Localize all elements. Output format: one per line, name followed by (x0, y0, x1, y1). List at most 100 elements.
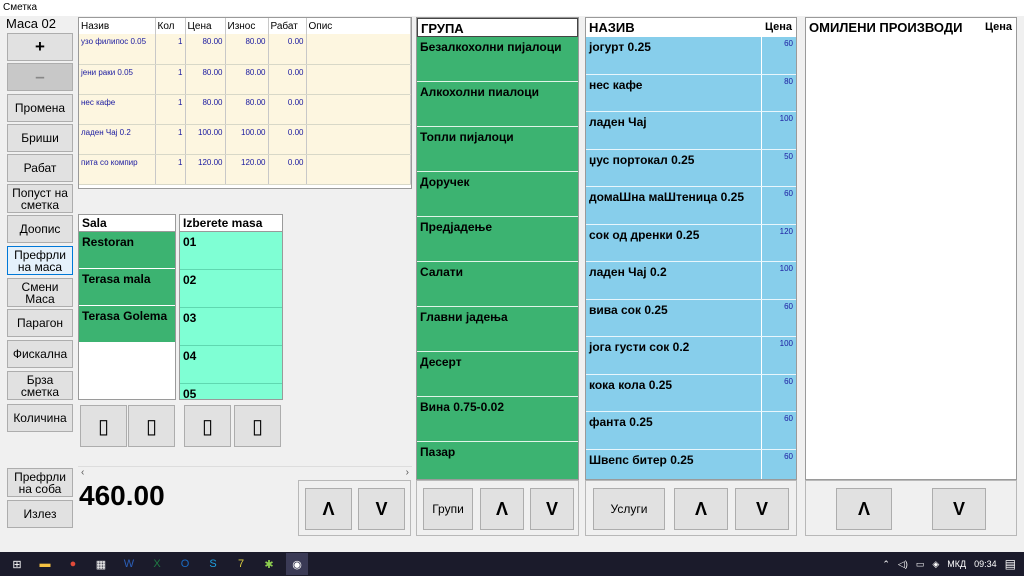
battery-icon[interactable]: ▭ (916, 559, 925, 570)
favorites-down-button[interactable]: V (932, 488, 986, 530)
order-grid[interactable]: Назив Кол Цена Износ Рабат Опис узо филипос 0… (78, 17, 412, 189)
system-tray: ⌃ ◁) ▭ ◈ МКД 09:34 ▤ (882, 552, 1024, 576)
sala-item[interactable]: Terasa mala (79, 269, 175, 306)
group-item[interactable]: Безалкохолни пијалоци (417, 37, 578, 82)
sala-item[interactable]: Restoran (79, 232, 175, 269)
pos-app-icon[interactable]: ◉ (286, 553, 308, 575)
change-table-button[interactable]: Смени Маса (7, 278, 73, 307)
delete-button[interactable]: Бриши (7, 124, 73, 152)
masa-next-button[interactable]: ▯ (234, 405, 281, 447)
discount-button[interactable]: Рабат (7, 154, 73, 182)
product-item[interactable]: јога густи сок 0.2 100 (586, 337, 796, 375)
product-item[interactable]: џус портокал 0.25 50 (586, 149, 796, 187)
change-button[interactable]: Промена (7, 94, 73, 122)
product-price: 100 (762, 262, 796, 299)
order-down-button[interactable]: V (358, 488, 405, 530)
group-item[interactable]: Главни јадења (417, 307, 578, 352)
app-window: Сметка Маса 02 + – Промена Бриши Рабат Попуст… (0, 0, 1024, 576)
group-up-button[interactable]: Λ (480, 488, 524, 530)
masa-prev-button[interactable]: ▯ (184, 405, 231, 447)
tray-up-icon[interactable]: ⌃ (882, 559, 890, 570)
scroll-right-icon[interactable]: › (406, 467, 409, 478)
group-item[interactable]: Доручек (417, 172, 578, 217)
masa-item[interactable]: 05 (180, 384, 282, 399)
product-item[interactable]: фанта 0.25 60 (586, 412, 796, 450)
receipt-button[interactable]: Парагон (7, 309, 73, 337)
product-item[interactable]: ладен Чај 0.2 100 (586, 262, 796, 300)
sala-item[interactable]: Terasa Golema (79, 306, 175, 343)
scroll-left-icon[interactable]: ‹ (81, 467, 84, 478)
calculator-icon[interactable]: ▦ (90, 553, 112, 575)
product-item[interactable]: домаШна маШтеница 0.25 60 (586, 187, 796, 225)
grid-col-header[interactable]: Назив (79, 18, 156, 34)
group-item[interactable]: Пазар (417, 442, 578, 479)
windows-start-icon[interactable]: ⊞ (6, 553, 28, 575)
fiscal-button[interactable]: Фискална (7, 340, 73, 368)
keyboard-language[interactable]: МКД (947, 559, 966, 569)
grid-col-header[interactable]: Износ (225, 18, 269, 34)
volume-icon[interactable]: ◁) (898, 559, 908, 570)
product-item[interactable]: ладен Чај 100 (586, 112, 796, 150)
products-up-button[interactable]: Λ (674, 488, 728, 530)
group-item[interactable]: Салати (417, 262, 578, 307)
masa-item[interactable]: 02 (180, 270, 282, 308)
chrome-icon[interactable]: ● (62, 553, 84, 575)
group-item[interactable]: Топли пијалоци (417, 127, 578, 172)
sevenzip-icon[interactable]: 7 (230, 553, 252, 575)
product-item[interactable]: сок од дренки 0.25 120 (586, 224, 796, 262)
table-row[interactable]: јени раки 0.05 1 80.00 80.00 0.00 (79, 64, 411, 95)
sala-prev-button[interactable]: ▯ (80, 405, 127, 447)
product-item[interactable]: јогурт 0.25 60 (586, 37, 796, 75)
masa-list: Izberete masa 01 02 03 04 05 (179, 214, 283, 400)
quantity-button[interactable]: Количина (7, 404, 73, 432)
bill-discount-button[interactable]: Попуст на сметка (7, 184, 73, 213)
group-down-button[interactable]: V (530, 488, 574, 530)
excel-icon[interactable]: X (146, 553, 168, 575)
grid-col-header[interactable]: Рабат (268, 18, 307, 34)
product-price: 120 (762, 224, 796, 261)
note-button[interactable]: Доопис (7, 215, 73, 243)
table-row[interactable]: ладен Чај 0.2 1 100.00 100.00 0.00 (79, 124, 411, 155)
sala-next-button[interactable]: ▯ (128, 405, 175, 447)
product-name: сок од дренки 0.25 (586, 224, 762, 261)
product-item[interactable]: Швепс битер 0.25 60 (586, 449, 796, 479)
group-item[interactable]: Вина 0.75-0.02 (417, 397, 578, 442)
favorites-up-button[interactable]: Λ (836, 488, 892, 530)
outlook-icon[interactable]: O (174, 553, 196, 575)
group-item[interactable]: Предјадење (417, 217, 578, 262)
transfer-room-button[interactable]: Префрли на соба (7, 468, 73, 497)
groups-button[interactable]: Групи (423, 488, 473, 530)
grid-cell: 120.00 (185, 154, 226, 185)
transfer-table-button[interactable]: Префрли на маса (7, 246, 73, 275)
products-down-button[interactable]: V (735, 488, 789, 530)
grid-col-header[interactable]: Цена (185, 18, 226, 34)
exit-button[interactable]: Излез (7, 500, 73, 528)
network-icon[interactable]: ◈ (932, 559, 939, 570)
notifications-icon[interactable]: ▤ (1005, 557, 1016, 571)
minus-button[interactable]: – (7, 63, 73, 91)
masa-item[interactable]: 03 (180, 308, 282, 346)
order-up-button[interactable]: Λ (305, 488, 352, 530)
file-explorer-icon[interactable]: ▬ (34, 553, 56, 575)
horizontal-scrollbar[interactable]: ‹ › (78, 466, 412, 480)
skype-icon[interactable]: S (202, 553, 224, 575)
grid-col-header[interactable]: Опис (306, 18, 411, 34)
table-row[interactable]: пита со компир 1 120.00 120.00 0.00 (79, 154, 411, 185)
word-icon[interactable]: W (118, 553, 140, 575)
quick-bill-button[interactable]: Брза сметка (7, 371, 73, 400)
product-item[interactable]: вива сок 0.25 60 (586, 299, 796, 337)
group-item[interactable]: Десерт (417, 352, 578, 397)
masa-item[interactable]: 01 (180, 232, 282, 270)
masa-item[interactable]: 04 (180, 346, 282, 384)
clock[interactable]: 09:34 (974, 559, 997, 569)
app-icon[interactable]: ✱ (258, 553, 280, 575)
plus-button[interactable]: + (7, 33, 73, 61)
product-item[interactable]: кока кола 0.25 60 (586, 374, 796, 412)
product-item[interactable]: нес кафе 80 (586, 74, 796, 112)
group-item[interactable]: Алкохолни пиалоци (417, 82, 578, 127)
grid-cell: 1 (155, 154, 186, 185)
services-button[interactable]: Услуги (593, 488, 665, 530)
grid-col-header[interactable]: Кол (155, 18, 186, 34)
table-row[interactable]: узо филипос 0.05 1 80.00 80.00 0.00 (79, 34, 411, 65)
table-row[interactable]: нес кафе 1 80.00 80.00 0.00 (79, 94, 411, 125)
